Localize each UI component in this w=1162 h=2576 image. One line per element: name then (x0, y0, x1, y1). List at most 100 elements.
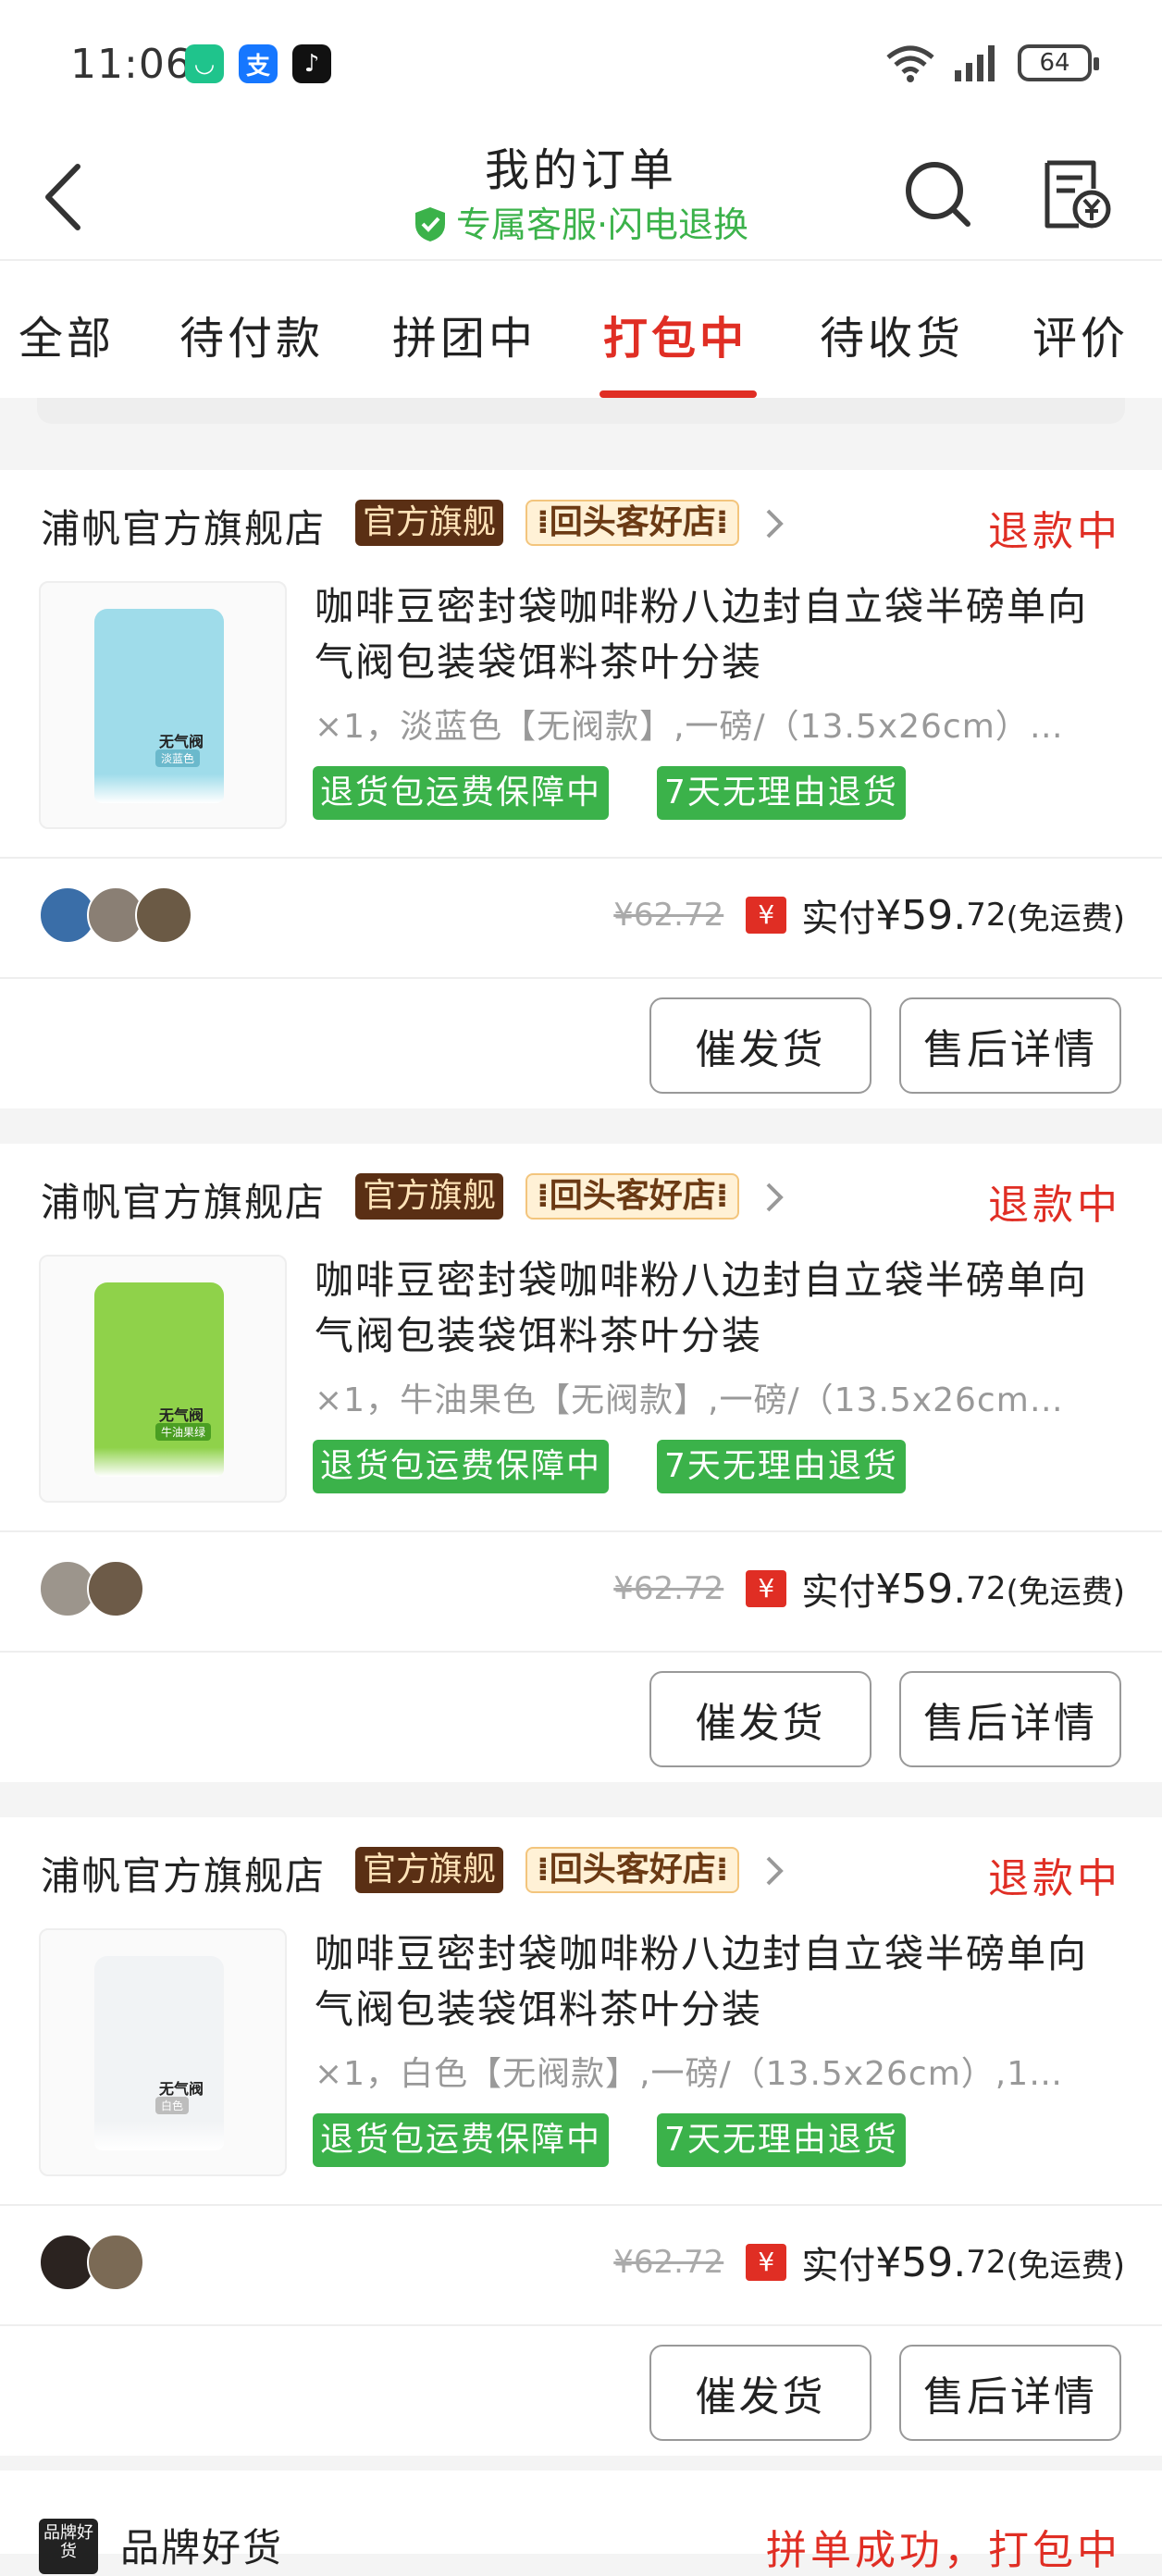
product-bag-illustration: 无气阀 白色 (94, 1956, 224, 2150)
yen-badge-icon: ¥ (746, 1570, 787, 1607)
active-tab-indicator (600, 390, 757, 398)
original-price: ¥62.72 (613, 897, 724, 934)
seven-day-return-tag: 7天无理由退货 (657, 766, 906, 820)
order-tabs: 全部 待付款 拼团中 打包中 待收货 评价 (0, 259, 1162, 398)
bag-label: 无气阀 (159, 733, 204, 750)
order-card-partial: 品牌好货 品牌好货 拼单成功，打包中 (0, 2471, 1162, 2574)
order-status: 退款中 (988, 1182, 1121, 1229)
divider (0, 977, 1162, 979)
paid-price-int: ¥59. (875, 1565, 967, 1613)
return-shipping-tag: 退货包运费保障中 (313, 2113, 610, 2167)
previous-card-edge (37, 398, 1125, 424)
alipay-icon: 支 (239, 44, 278, 83)
after-sales-button[interactable]: 售后详情 (899, 2345, 1121, 2441)
product-spec: ×1，牛油果色【无阀款】,一磅/（13.5x26cm… (315, 1381, 1064, 1419)
paid-price-int: ¥59. (875, 891, 967, 939)
order-card: 浦帆官方旗舰店 官方旗舰 ⁞回头客好店⁞ 退款中 无气阀 牛油果绿 咖啡豆密封袋… (0, 1144, 1162, 1782)
after-sales-button[interactable]: 售后详情 (899, 1671, 1121, 1767)
tab-to-receive[interactable]: 待收货 (820, 302, 964, 366)
group-avatars (39, 886, 192, 944)
shipping-note: (免运费) (1006, 1573, 1125, 1611)
shipping-note: (免运费) (1006, 899, 1125, 937)
product-bag-illustration: 无气阀 淡蓝色 (94, 609, 224, 803)
product-title[interactable]: 咖啡豆密封袋咖啡粉八边封自立袋半磅单向气阀包装袋饵料茶叶分装 (315, 1926, 1119, 2037)
paid-price-dec: 72 (966, 1570, 1007, 1607)
shipping-note: (免运费) (1006, 2247, 1125, 2285)
yen-badge-icon: ¥ (746, 897, 787, 934)
repeat-customer-badge: ⁞回头客好店⁞ (525, 500, 740, 546)
product-image[interactable]: 无气阀 淡蓝色 (39, 581, 287, 829)
avatar (135, 886, 192, 944)
divider (0, 1651, 1162, 1653)
divider (0, 857, 1162, 859)
repeat-customer-badge-label: 回头客好店 (549, 1851, 716, 1889)
repeat-customer-badge-label: 回头客好店 (549, 503, 716, 541)
tiktok-icon: ♪ (292, 44, 331, 83)
bag-color-label: 白色 (155, 2097, 190, 2114)
service-banner-text: 专属客服·闪电退换 (455, 204, 749, 245)
product-title[interactable]: 咖啡豆密封袋咖啡粉八边封自立袋半磅单向气阀包装袋饵料茶叶分装 (315, 1253, 1119, 1364)
search-icon[interactable] (901, 157, 975, 231)
tab-packing[interactable]: 打包中 (603, 302, 748, 366)
tab-all[interactable]: 全部 (19, 302, 115, 366)
product-image[interactable]: 无气阀 白色 (39, 1928, 287, 2176)
product-spec: ×1，淡蓝色【无阀款】,一磅/（13.5x26cm）… (315, 708, 1064, 746)
chevron-right-icon[interactable] (760, 505, 788, 542)
bag-color-label: 牛油果绿 (155, 1423, 212, 1441)
bag-label: 无气阀 (159, 2080, 204, 2098)
after-sales-button[interactable]: 售后详情 (899, 997, 1121, 1094)
signal-icon (955, 45, 995, 81)
official-store-badge: 官方旗舰 (355, 1847, 504, 1893)
chevron-right-icon[interactable] (760, 1852, 788, 1889)
order-status: 退款中 (988, 508, 1121, 555)
chevron-right-icon[interactable] (760, 1179, 788, 1216)
order-card: 浦帆官方旗舰店 官方旗舰 ⁞回头客好店⁞ 退款中 无气阀 淡蓝色 咖啡豆密封袋咖… (0, 470, 1162, 1108)
invoice-icon[interactable] (1038, 157, 1112, 231)
price-row: ¥62.72 ¥ 实付 ¥59. 72 (免运费) (613, 1562, 1125, 1616)
official-store-badge: 官方旗舰 (355, 1173, 504, 1220)
app-notification-icon: ◡ (185, 44, 224, 83)
header: 我的订单 专属客服·闪电退换 (0, 130, 1162, 259)
group-avatars (39, 2234, 144, 2291)
divider (0, 2204, 1162, 2206)
avatar (87, 1560, 144, 1617)
avatar (87, 2234, 144, 2291)
status-time: 11:06 (70, 41, 192, 88)
tab-group-buying[interactable]: 拼团中 (392, 302, 537, 366)
service-banner[interactable]: 专属客服·闪电退换 (0, 196, 1162, 247)
seven-day-return-tag: 7天无理由退货 (657, 2113, 906, 2167)
store-name[interactable]: 浦帆官方旗舰店 (41, 1845, 326, 1901)
wifi-icon (886, 45, 934, 82)
pay-label: 实付 (801, 2245, 876, 2287)
status-bar: 11:06 ◡ 支 ♪ 64 (0, 0, 1162, 130)
product-bag-illustration: 无气阀 牛油果绿 (94, 1282, 224, 1477)
store-name[interactable]: 浦帆官方旗舰店 (41, 1171, 326, 1228)
order-status: 拼单成功，打包中 (766, 2527, 1121, 2574)
battery-indicator: 64 (1018, 44, 1099, 81)
repeat-customer-badge-label: 回头客好店 (549, 1177, 716, 1215)
group-avatars (39, 1560, 144, 1617)
return-shipping-tag: 退货包运费保障中 (313, 766, 610, 820)
bag-color-label: 淡蓝色 (155, 749, 201, 767)
yen-badge-icon: ¥ (746, 2244, 787, 2281)
paid-price-dec: 72 (966, 2244, 1007, 2281)
pay-label: 实付 (801, 898, 876, 940)
brand-logo: 品牌好货 (39, 2519, 98, 2574)
tab-pending-payment[interactable]: 待付款 (179, 302, 324, 366)
tab-review[interactable]: 评价 (1032, 302, 1129, 366)
store-name[interactable]: 浦帆官方旗舰店 (41, 498, 326, 554)
urge-shipping-button[interactable]: 催发货 (649, 2345, 872, 2441)
store-name[interactable]: 品牌好货 (120, 2517, 283, 2573)
urge-shipping-button[interactable]: 催发货 (649, 1671, 872, 1767)
pay-label: 实付 (801, 1571, 876, 1614)
product-image[interactable]: 无气阀 牛油果绿 (39, 1255, 287, 1503)
urge-shipping-button[interactable]: 催发货 (649, 997, 872, 1094)
product-title[interactable]: 咖啡豆密封袋咖啡粉八边封自立袋半磅单向气阀包装袋饵料茶叶分装 (315, 579, 1119, 690)
product-spec: ×1，白色【无阀款】,一磅/（13.5x26cm）,1… (315, 2055, 1064, 2093)
paid-price-dec: 72 (966, 897, 1007, 934)
official-store-badge: 官方旗舰 (355, 500, 504, 546)
repeat-customer-badge: ⁞回头客好店⁞ (525, 1173, 740, 1220)
order-status: 退款中 (988, 1855, 1121, 1902)
paid-price-int: ¥59. (875, 2238, 967, 2286)
shield-check-icon (414, 207, 445, 242)
